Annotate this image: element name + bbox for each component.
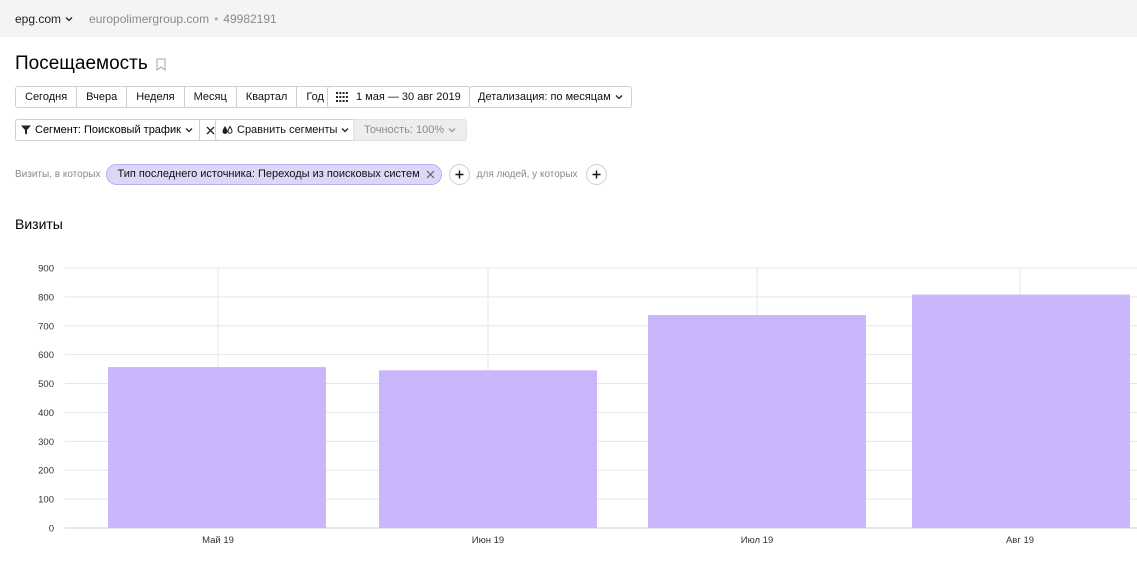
counter-id: 49982191 xyxy=(223,11,277,26)
chevron-down-icon xyxy=(65,16,73,21)
segment-dropdown[interactable]: Сегмент: Поисковый трафик xyxy=(16,120,200,140)
page-title: Посещаемость xyxy=(15,53,166,75)
chart-section-title: Визиты xyxy=(15,216,63,232)
counter-name: epg.com xyxy=(15,11,62,26)
segment-selector: Сегмент: Поисковый трафик xyxy=(15,119,223,141)
separator-dot: • xyxy=(214,11,219,26)
plus-icon xyxy=(592,170,601,178)
bookmark-icon[interactable] xyxy=(156,58,166,71)
y-tick-label: 300 xyxy=(38,437,54,448)
y-tick-label: 700 xyxy=(38,321,54,332)
y-tick-label: 100 xyxy=(38,495,54,506)
period-quarter-button[interactable]: Квартал xyxy=(236,87,298,107)
y-tick-label: 800 xyxy=(38,292,54,303)
period-selector: Сегодня Вчера Неделя Месяц Квартал Год xyxy=(15,86,334,108)
accuracy-dropdown[interactable]: Точность: 100% xyxy=(353,119,468,141)
filter-chip-label: Тип последнего источника: Переходы из по… xyxy=(117,168,420,180)
bar-1[interactable] xyxy=(108,367,326,528)
visits-condition-label: Визиты, в которых xyxy=(15,168,101,180)
x-tick-label: Июн 19 xyxy=(472,535,504,546)
period-month-button[interactable]: Месяц xyxy=(184,87,237,107)
compare-segments-button[interactable]: Сравнить сегменты xyxy=(215,119,357,141)
bar-3[interactable] xyxy=(648,315,866,528)
y-tick-label: 400 xyxy=(38,408,54,419)
bar-2[interactable] xyxy=(379,370,597,528)
date-range-button[interactable]: 1 мая — 30 авг 2019 xyxy=(327,86,470,108)
y-tick-label: 200 xyxy=(38,466,54,477)
calendar-icon xyxy=(336,92,348,102)
chevron-down-icon xyxy=(448,128,456,133)
chevron-down-icon xyxy=(615,95,623,100)
y-tick-label: 600 xyxy=(38,350,54,361)
period-week-button[interactable]: Неделя xyxy=(127,87,185,107)
visits-bar-chart: 0 100 200 300 400 500 600 700 800 900 Май 19 Июн 19… xyxy=(38,264,1137,546)
y-tick-label: 500 xyxy=(38,379,54,390)
counter-selector[interactable]: epg.com xyxy=(15,12,73,26)
period-yesterday-button[interactable]: Вчера xyxy=(77,87,128,107)
compare-label: Сравнить сегменты xyxy=(237,124,338,136)
page-title-text: Посещаемость xyxy=(15,53,148,74)
plus-icon xyxy=(455,170,464,178)
add-visit-condition-button[interactable] xyxy=(448,163,470,185)
site-domain: europolimergroup.com xyxy=(89,11,210,26)
segment-label: Сегмент: Поисковый трафик xyxy=(35,124,181,136)
date-range-label: 1 мая — 30 авг 2019 xyxy=(356,91,461,103)
filter-chip-source[interactable]: Тип последнего источника: Переходы из по… xyxy=(106,163,442,185)
chevron-down-icon xyxy=(185,128,193,133)
y-tick-label: 0 xyxy=(49,524,54,535)
filter-icon xyxy=(21,125,31,135)
close-icon[interactable] xyxy=(426,170,435,179)
people-condition-label: для людей, у которых xyxy=(476,168,578,180)
filters-row: Визиты, в которых Тип последнего источни… xyxy=(15,163,614,185)
period-today-button[interactable]: Сегодня xyxy=(16,87,78,107)
add-people-condition-button[interactable] xyxy=(585,163,607,185)
detail-label: Детализация: по месяцам xyxy=(478,91,611,103)
detail-dropdown[interactable]: Детализация: по месяцам xyxy=(469,86,632,108)
x-tick-label: Май 19 xyxy=(202,535,234,546)
x-tick-label: Июл 19 xyxy=(741,535,774,546)
y-tick-label: 900 xyxy=(38,264,54,275)
compare-drops-icon xyxy=(222,125,233,134)
bar-4[interactable] xyxy=(912,294,1130,528)
top-bar: epg.com europolimergroup.com • 49982191 xyxy=(0,0,1137,37)
chevron-down-icon xyxy=(341,128,349,133)
accuracy-label: Точность: 100% xyxy=(364,124,445,136)
x-tick-label: Авг 19 xyxy=(1006,535,1034,546)
